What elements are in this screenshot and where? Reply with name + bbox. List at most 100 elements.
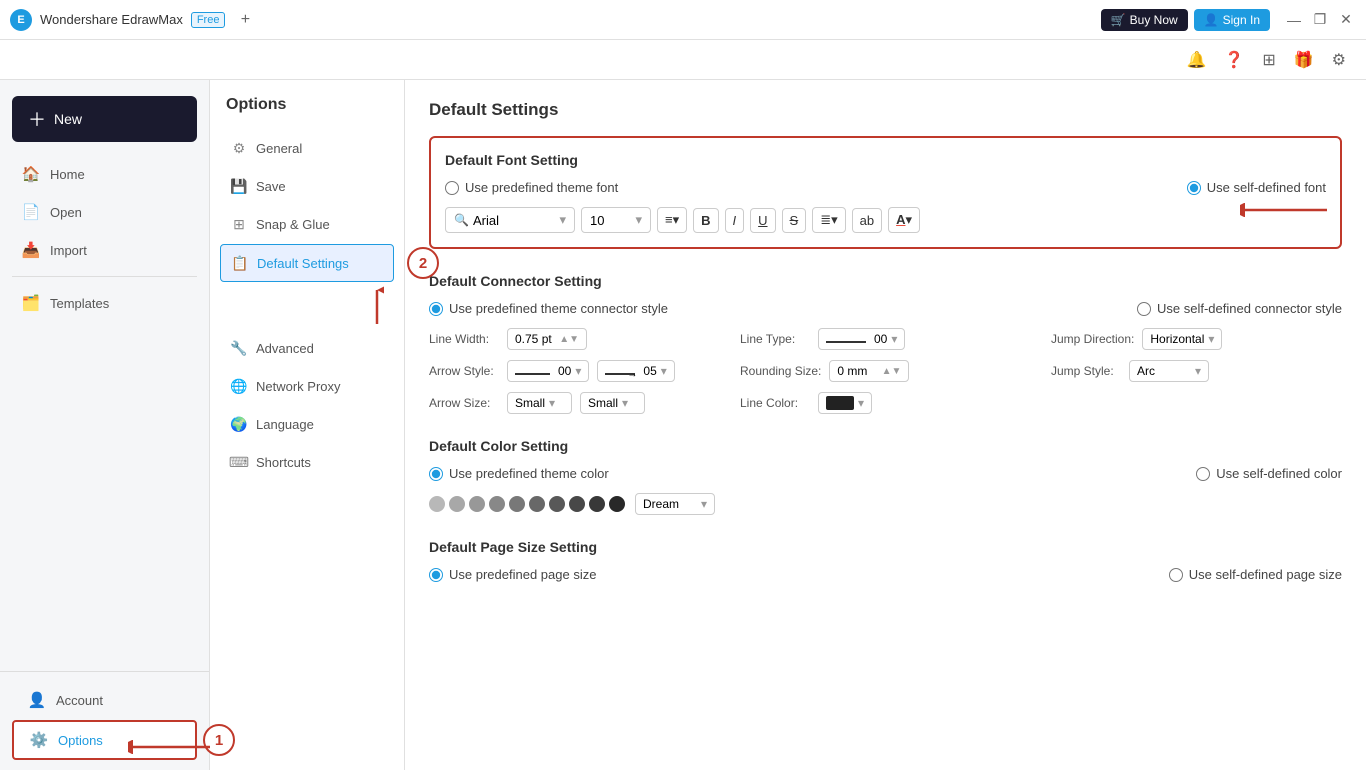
sidebar-bottom: 👤 Account ⚙️ Options 1 — [0, 671, 209, 770]
home-icon: 🏠 — [22, 165, 40, 183]
connector-predefined-radio[interactable] — [429, 302, 443, 316]
options-language[interactable]: 🌍 Language — [220, 406, 394, 442]
connector-predefined-option[interactable]: Use predefined theme connector style — [429, 301, 668, 316]
color-scheme-chevron: ▾ — [701, 497, 707, 511]
font-section-title: Default Font Setting — [445, 152, 1326, 168]
font-size-select[interactable]: 10 ▾ — [581, 207, 651, 233]
connector-self-defined-option[interactable]: Use self-defined connector style — [1137, 301, 1342, 316]
arrow-size-label: Arrow Size: — [429, 396, 499, 410]
font-predefined-radio[interactable] — [445, 181, 459, 195]
rounding-size-row: Rounding Size: 0 mm ▲▼ — [740, 360, 1031, 382]
line-color-swatch — [826, 396, 854, 410]
arrow-size-chevron1: ▾ — [549, 396, 555, 410]
connector-self-defined-radio[interactable] — [1137, 302, 1151, 316]
color-self-defined-radio[interactable] — [1196, 467, 1210, 481]
minimize-button[interactable]: — — [1284, 10, 1304, 30]
network-proxy-icon: 🌐 — [230, 377, 248, 395]
new-button[interactable]: ＋ New — [12, 96, 197, 142]
options-general[interactable]: ⚙ General — [220, 130, 394, 166]
arrow-size-row: Arrow Size: Small ▾ Small ▾ — [429, 392, 720, 414]
sidebar-item-open[interactable]: 📄 Open — [6, 194, 203, 230]
color-dot-7 — [569, 496, 585, 512]
sidebar-item-home[interactable]: 🏠 Home — [6, 156, 203, 192]
color-scheme-dropdown[interactable]: Dream ▾ — [635, 493, 715, 515]
buy-now-button[interactable]: 🛒 Buy Now — [1101, 9, 1188, 31]
plus-icon: ＋ — [28, 106, 46, 132]
options-save[interactable]: 💾 Save — [220, 168, 394, 204]
line-type-chevron: ▾ — [891, 332, 897, 346]
font-radio-row: Use predefined theme font Use self-defin… — [445, 180, 1326, 195]
color-self-defined-option[interactable]: Use self-defined color — [1196, 466, 1342, 481]
page-size-predefined-option[interactable]: Use predefined page size — [429, 567, 596, 582]
sidebar-item-import[interactable]: 📥 Import — [6, 232, 203, 268]
sidebar-item-templates[interactable]: 🗂️ Templates — [6, 285, 203, 321]
sidebar-item-account[interactable]: 👤 Account — [12, 682, 197, 718]
content-title: Default Settings — [429, 100, 1342, 120]
save-icon: 💾 — [230, 177, 248, 195]
line-width-control[interactable]: 0.75 pt ▲▼ — [507, 328, 587, 350]
arrow-style-control-1[interactable]: 00 ▾ — [507, 360, 589, 382]
apps-icon[interactable]: ⊞ — [1258, 46, 1279, 74]
options-snap-glue[interactable]: ⊞ Snap & Glue — [220, 206, 394, 242]
jump-style-control[interactable]: Arc ▾ — [1129, 360, 1209, 382]
italic-button[interactable]: I — [725, 208, 745, 233]
arrow-style-chevron1: ▾ — [575, 364, 581, 378]
gift-icon[interactable]: 🎁 — [1290, 46, 1318, 74]
arrow-size-control-2[interactable]: Small ▾ — [580, 392, 645, 414]
close-button[interactable]: ✕ — [1336, 10, 1356, 30]
arrow-up-container — [220, 286, 394, 326]
import-icon: 📥 — [22, 241, 40, 259]
options-advanced[interactable]: 🔧 Advanced — [220, 330, 394, 366]
advanced-icon: 🔧 — [230, 339, 248, 357]
font-color-button[interactable]: A▾ — [888, 207, 920, 233]
titlebar: E Wondershare EdrawMax Free + 🛒 Buy Now … — [0, 0, 1366, 40]
line-color-control[interactable]: ▾ — [818, 392, 872, 414]
ab-button[interactable]: ab — [852, 208, 882, 233]
font-predefined-option[interactable]: Use predefined theme font — [445, 180, 618, 195]
arrow-size-control-1[interactable]: Small ▾ — [507, 392, 572, 414]
maximize-button[interactable]: ❐ — [1310, 10, 1330, 30]
settings-icon[interactable]: ⚙ — [1328, 46, 1350, 74]
arrow-style-control-2[interactable]: → 05 ▾ — [597, 360, 674, 382]
bold-button[interactable]: B — [693, 208, 718, 233]
stepper-icon: ▲▼ — [559, 334, 579, 345]
font-self-defined-option[interactable]: Use self-defined font — [1187, 180, 1326, 195]
red-arrow-up — [370, 286, 384, 326]
font-setting-box: Default Font Setting Use predefined them… — [429, 136, 1342, 249]
underline-button[interactable]: U — [750, 208, 775, 233]
rounding-size-control[interactable]: 0 mm ▲▼ — [829, 360, 909, 382]
page-size-self-defined-option[interactable]: Use self-defined page size — [1169, 567, 1342, 582]
red-arrow-font — [1240, 203, 1330, 217]
tab-add-button[interactable]: + — [233, 8, 257, 32]
options-default-settings[interactable]: 📋 Default Settings 2 — [220, 244, 394, 282]
sidebar-divider-1 — [12, 276, 197, 277]
notification-icon[interactable]: 🔔 — [1182, 46, 1210, 74]
color-predefined-option[interactable]: Use predefined theme color — [429, 466, 609, 481]
options-shortcuts[interactable]: ⌨ Shortcuts — [220, 444, 394, 480]
font-self-defined-radio[interactable] — [1187, 181, 1201, 195]
arrow-size-chevron2: ▾ — [622, 396, 628, 410]
rounding-stepper-icon: ▲▼ — [882, 366, 902, 377]
arrow-to-font — [1240, 203, 1330, 220]
color-predefined-radio[interactable] — [429, 467, 443, 481]
sign-in-button[interactable]: 👤 Sign In — [1194, 9, 1270, 31]
rounding-size-label: Rounding Size: — [740, 364, 821, 378]
page-size-predefined-radio[interactable] — [429, 568, 443, 582]
page-size-self-defined-radio[interactable] — [1169, 568, 1183, 582]
cart-icon: 🛒 — [1111, 13, 1126, 27]
chevron-down-icon: ▾ — [559, 212, 566, 228]
titlebar-left: E Wondershare EdrawMax Free + — [10, 8, 257, 32]
line-spacing-button[interactable]: ≣▾ — [812, 207, 845, 233]
options-network-proxy[interactable]: 🌐 Network Proxy — [220, 368, 394, 404]
jump-direction-control[interactable]: Horizontal ▾ — [1142, 328, 1222, 350]
font-family-select[interactable]: 🔍 Arial ▾ — [445, 207, 575, 233]
color-dot-2 — [469, 496, 485, 512]
templates-icon: 🗂️ — [22, 294, 40, 312]
help-icon[interactable]: ❓ — [1220, 46, 1248, 74]
snap-glue-icon: ⊞ — [230, 215, 248, 233]
line-type-control[interactable]: 00 ▾ — [818, 328, 905, 350]
font-controls: 🔍 Arial ▾ 10 ▾ ≡▾ B I U S ≣▾ ab A▾ — [445, 207, 1326, 233]
align-button[interactable]: ≡▾ — [657, 207, 687, 233]
color-dot-3 — [489, 496, 505, 512]
strikethrough-button[interactable]: S — [782, 208, 807, 233]
